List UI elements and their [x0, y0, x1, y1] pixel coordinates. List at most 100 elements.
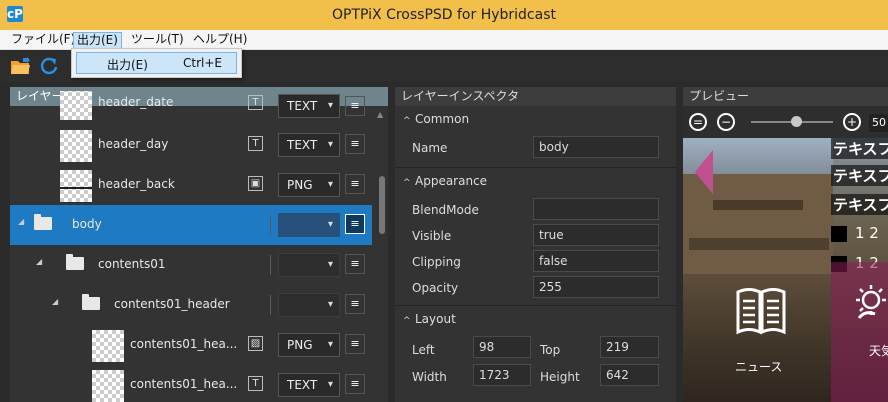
preview-panel-title: プレビュー [683, 87, 888, 106]
width-label: Width [412, 370, 447, 384]
layer-row-selected[interactable]: ◢ body ▾ ≡ [10, 205, 372, 245]
clipping-label: Clipping [412, 255, 461, 269]
divider [395, 167, 676, 168]
format-select[interactable]: ▾ [278, 253, 340, 277]
image-type-icon: ▣ [248, 176, 263, 191]
menu-tools[interactable]: ツール(T) [128, 32, 187, 49]
preview-news-tile: ニュース [713, 272, 808, 402]
layer-row[interactable]: header_date T TEXT ▾ ≡ [10, 91, 372, 125]
divider [395, 305, 676, 306]
collapse-triangle-icon[interactable]: ◢ [36, 257, 42, 266]
inspector-panel: レイヤーインスペクタ ^ Common Name body ^ Appearance… [395, 87, 676, 402]
layer-row[interactable]: contents01_hea... ▨ PNG ▾ ≡ [10, 325, 372, 365]
menu-help[interactable]: ヘルプ(H) [190, 32, 250, 49]
preview-canvas: テキスフ テキスフ テキスフ 1 2 1 2 ニュース 天気 [683, 138, 888, 402]
title-bar: cP OPTPiX CrossPSD for Hybridcast [0, 0, 888, 30]
format-select[interactable]: PNG ▾ [278, 333, 340, 357]
preview-weather-tile: 天気 [831, 262, 888, 402]
weather-label: 天気 [869, 344, 888, 358]
section-appearance[interactable]: ^ Appearance [395, 169, 676, 193]
output-dropdown-menu: 出力(E) Ctrl+E [71, 48, 242, 78]
section-layout[interactable]: ^ Layout [395, 307, 676, 331]
zoom-slider-knob[interactable] [790, 116, 802, 127]
collapse-triangle-icon[interactable]: ◢ [18, 217, 24, 226]
format-select[interactable]: TEXT ▾ [278, 373, 340, 397]
layer-thumbnail [92, 330, 124, 362]
layer-name: contents01_hea... [130, 377, 238, 391]
export-settings-icon[interactable]: ≡ [345, 334, 365, 354]
folder-icon [34, 214, 52, 230]
name-field[interactable]: body [533, 136, 659, 158]
export-settings-icon[interactable]: ≡ [345, 374, 365, 394]
menu-file[interactable]: ファイル(F) [8, 32, 78, 49]
divider [270, 295, 271, 315]
section-common[interactable]: ^ Common [395, 107, 676, 131]
preview-toolbar: = − + 50 [683, 106, 888, 138]
export-settings-icon[interactable]: ≡ [345, 254, 365, 274]
scroll-up-icon[interactable]: ▲ [377, 110, 383, 119]
width-field[interactable]: 1723 [473, 364, 531, 386]
divider [270, 215, 271, 235]
layers-scrollbar[interactable]: ▲ [375, 106, 388, 402]
folder-icon [82, 294, 100, 310]
layer-row[interactable]: header_back ▣ PNG ▾ ≡ [10, 165, 372, 205]
preview-bullet-row: 1 2 [831, 224, 879, 242]
text-type-icon: T [248, 376, 263, 391]
format-select[interactable]: TEXT ▾ [278, 133, 340, 157]
preview-text: テキスフ [831, 165, 888, 186]
format-select[interactable]: ▾ [278, 293, 340, 317]
collapse-triangle-icon[interactable]: ◢ [52, 297, 58, 306]
weather-sun-icon [856, 285, 886, 319]
layer-row[interactable]: header_day T TEXT ▾ ≡ [10, 125, 372, 165]
top-field[interactable]: 219 [600, 336, 659, 358]
format-select[interactable]: PNG ▾ [278, 173, 340, 197]
format-select[interactable]: TEXT ▾ [278, 94, 340, 118]
divider [270, 255, 271, 275]
menu-output[interactable]: 出力(E) [73, 32, 122, 49]
layer-name: contents01 [98, 257, 166, 271]
top-label: Top [540, 343, 561, 357]
menu-item-output[interactable]: 出力(E) Ctrl+E [76, 52, 237, 74]
layer-thumbnail [60, 91, 92, 120]
zoom-value[interactable]: 50 [869, 114, 888, 132]
layer-row[interactable]: ◢ contents01 ▾ ≡ [10, 245, 372, 285]
open-folder-icon[interactable] [10, 56, 32, 76]
text-type-icon: T [248, 95, 263, 110]
layer-row[interactable]: contents01_hea... T TEXT ▾ ≡ [10, 365, 372, 402]
blendmode-field[interactable] [533, 198, 659, 220]
preview-panel: プレビュー = − + 50 テキスフ テキスフ テキスフ 1 2 1 2 ニュ… [683, 87, 888, 402]
blendmode-label: BlendMode [412, 203, 479, 217]
preview-building-detail [713, 200, 803, 210]
height-field[interactable]: 642 [600, 364, 659, 386]
format-select[interactable]: ▾ [278, 213, 340, 237]
chevron-up-icon: ^ [403, 178, 411, 188]
opacity-field[interactable]: 255 [533, 276, 659, 298]
name-label: Name [412, 141, 448, 155]
preview-building-detail [689, 238, 829, 250]
scroll-thumb[interactable] [379, 176, 385, 234]
left-field[interactable]: 98 [473, 336, 531, 358]
visible-field[interactable]: true [533, 224, 659, 246]
visible-label: Visible [412, 229, 452, 243]
layer-thumbnail [60, 130, 92, 162]
export-settings-icon[interactable]: ≡ [345, 214, 365, 234]
clipping-field[interactable]: false [533, 250, 659, 272]
left-label: Left [412, 343, 435, 357]
layer-row[interactable]: ◢ contents01_header ▾ ≡ [10, 285, 372, 325]
zoom-fit-icon[interactable]: = [689, 113, 707, 131]
zoom-out-icon[interactable]: − [717, 113, 735, 131]
export-settings-icon[interactable]: ≡ [345, 134, 365, 154]
zoom-in-icon[interactable]: + [843, 113, 861, 131]
refresh-icon[interactable] [38, 56, 60, 76]
previous-arrow-icon [695, 150, 713, 194]
export-settings-icon[interactable]: ≡ [345, 96, 365, 116]
layer-name: header_date [98, 95, 174, 109]
export-settings-icon[interactable]: ≡ [345, 174, 365, 194]
layer-name: header_day [98, 137, 169, 151]
menu-bar: ファイル(F) 出力(E) ツール(T) ヘルプ(H) [0, 30, 888, 50]
layer-thumbnail [60, 170, 92, 202]
inspector-panel-title: レイヤーインスペクタ [395, 87, 676, 106]
preview-text: テキスフ [831, 194, 888, 215]
layer-name: body [72, 217, 102, 231]
export-settings-icon[interactable]: ≡ [345, 294, 365, 314]
